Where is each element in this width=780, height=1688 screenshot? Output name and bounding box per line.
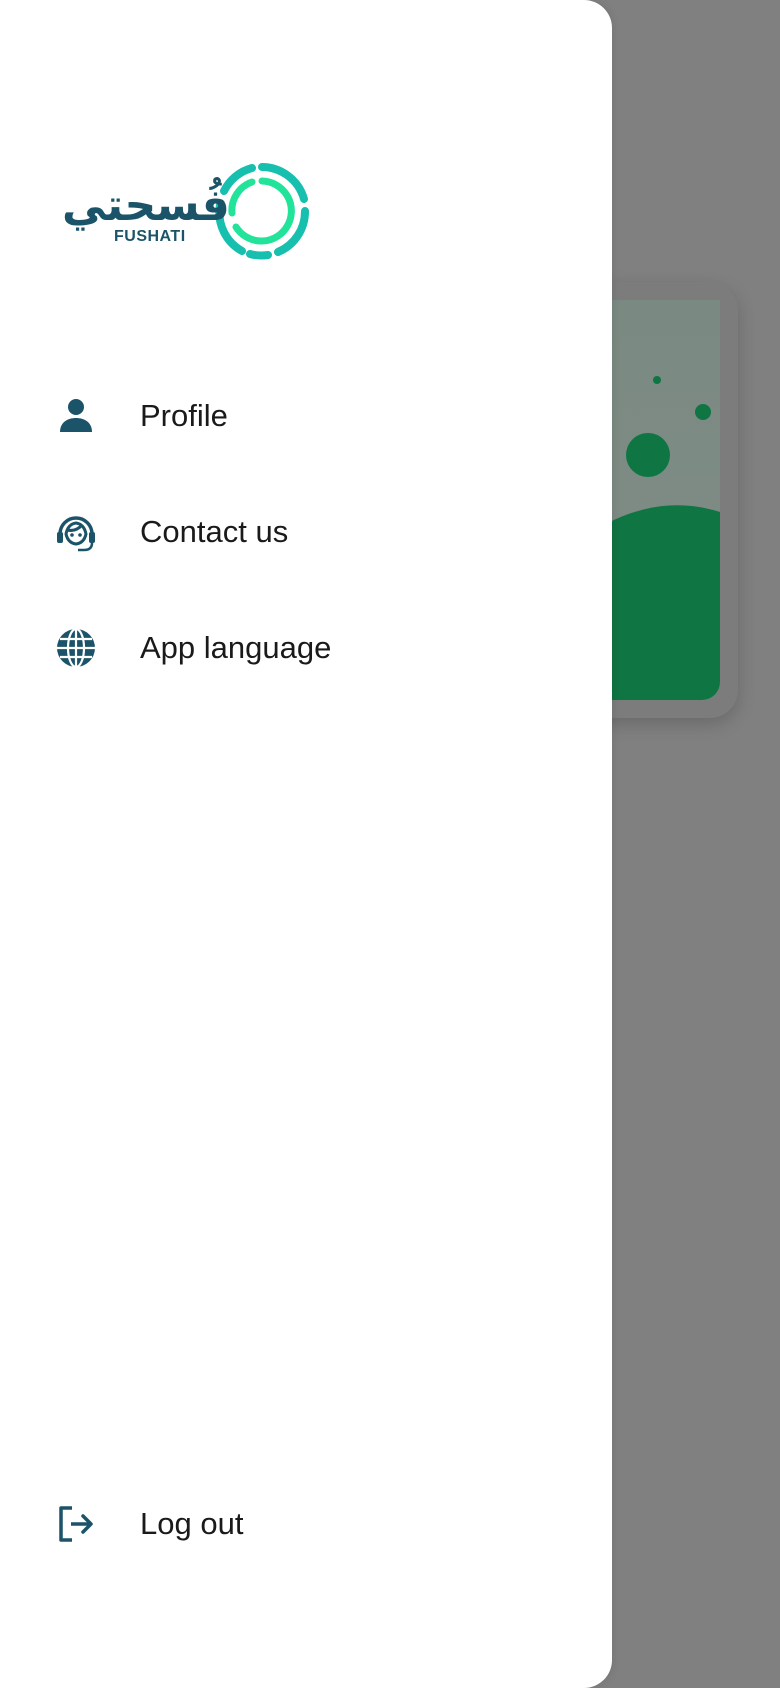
logout-label: Log out (140, 1506, 244, 1541)
logout-icon (54, 1502, 98, 1546)
logo-arabic-text: فُسحتي (62, 180, 230, 231)
globe-icon (54, 626, 98, 670)
menu-item-label: Contact us (140, 514, 289, 549)
menu-item-profile[interactable]: Profile (0, 358, 612, 474)
headset-icon (54, 510, 98, 554)
menu-item-contact-us[interactable]: Contact us (0, 474, 612, 590)
menu-item-app-language[interactable]: App language (0, 590, 612, 706)
menu-item-label: Profile (140, 398, 228, 433)
person-icon (54, 394, 98, 438)
logo-wordmark: فُسحتي FUSHATI (62, 166, 230, 256)
logout-button[interactable]: Log out (0, 1466, 612, 1582)
drawer-menu: Profile Contact us App language (0, 358, 612, 706)
navigation-drawer: فُسحتي FUSHATI Profile Contact us App la… (0, 0, 612, 1688)
logo-latin-text: FUSHATI (114, 228, 186, 245)
fushati-logo: فُسحتي FUSHATI (62, 158, 312, 264)
menu-item-label: App language (140, 630, 332, 665)
